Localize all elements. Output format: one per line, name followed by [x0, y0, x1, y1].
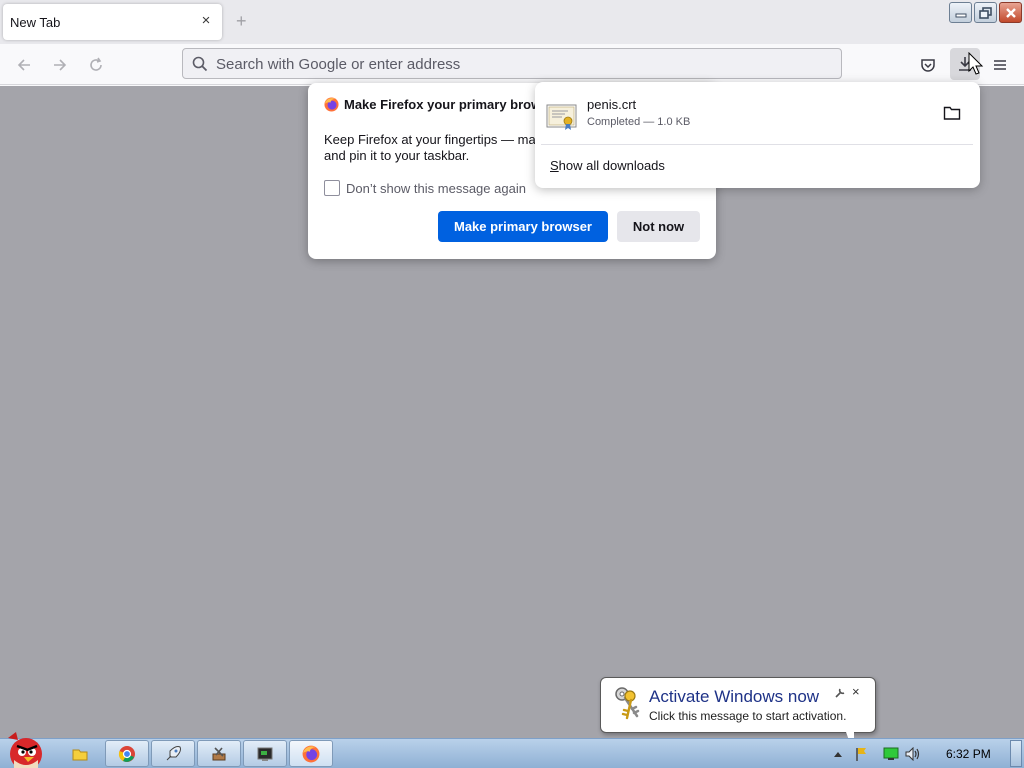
dialog-title: Make Firefox your primary brow [344, 97, 542, 112]
taskbar-firefox[interactable] [289, 740, 333, 767]
show-desktop-button[interactable] [1010, 740, 1022, 767]
forward-button[interactable] [49, 54, 71, 76]
restore-icon [978, 6, 992, 19]
downloads-panel: penis.crt Completed — 1.0 KB Show all do… [535, 82, 980, 188]
dialog-body-line-2: and pin it to your taskbar. [324, 148, 470, 163]
tab-title: New Tab [10, 15, 61, 30]
dont-show-again-checkbox[interactable]: Don’t show this message again [324, 180, 526, 196]
navigation-toolbar: Search with Google or enter address [0, 44, 1024, 85]
address-bar-placeholder: Search with Google or enter address [216, 56, 461, 73]
chrome-icon [118, 745, 135, 762]
tab-close-icon[interactable]: × [198, 13, 214, 29]
show-all-downloads-link[interactable]: Show all downloads [550, 158, 665, 173]
minimize-icon [955, 13, 966, 17]
pocket-icon [921, 59, 935, 72]
open-folder-icon[interactable] [943, 104, 961, 122]
not-now-button[interactable]: Not now [617, 211, 700, 242]
balloon-close-icon[interactable]: × [852, 684, 860, 699]
pocket-button[interactable] [917, 54, 939, 76]
minimize-button[interactable] [949, 2, 972, 23]
make-primary-browser-button[interactable]: Make primary browser [438, 211, 608, 242]
taskbar-app-terminal[interactable] [243, 740, 287, 767]
new-tab-button[interactable]: + [236, 12, 247, 30]
certificate-file-icon [546, 104, 577, 130]
menu-button[interactable] [989, 54, 1011, 76]
window-controls [949, 2, 1022, 23]
tray-action-center[interactable] [853, 746, 869, 762]
taskbar-app-tools[interactable] [197, 740, 241, 767]
action-center-flag-icon [856, 748, 866, 761]
taskbar: 6:32 PM [0, 732, 1024, 768]
tray-volume[interactable] [905, 746, 921, 762]
checkbox-box[interactable] [324, 180, 340, 196]
activation-subtitle: Click this message to start activation. [649, 709, 847, 723]
activate-windows-balloon[interactable]: Activate Windows now Click this message … [600, 677, 876, 733]
tray-network[interactable] [883, 746, 899, 762]
start-button-angry-bird-icon[interactable] [2, 730, 50, 768]
download-file-name: penis.crt [587, 97, 637, 112]
downloads-separator [541, 144, 973, 145]
network-icon [883, 747, 899, 760]
close-window-button[interactable] [999, 2, 1022, 23]
keys-icon [615, 687, 640, 720]
firefox-logo-icon [324, 97, 339, 112]
terminal-icon [257, 747, 273, 761]
checkbox-label: Don’t show this message again [346, 180, 526, 196]
restore-button[interactable] [974, 2, 997, 23]
tab-strip: New Tab × + [0, 0, 1024, 44]
search-icon [192, 56, 208, 72]
rocket-icon [166, 745, 181, 760]
taskbar-app-rocket[interactable] [151, 740, 195, 767]
chevron-up-icon [834, 752, 842, 757]
reload-icon [90, 57, 102, 71]
mouse-cursor-icon [968, 52, 984, 75]
show-hidden-icons-button[interactable] [830, 746, 846, 762]
forward-arrow-icon [54, 59, 67, 71]
show-all-downloads-label: how all downloads [558, 158, 665, 173]
dialog-body-line-1: Keep Firefox at your fingertips — ma [324, 132, 536, 147]
tools-icon [212, 746, 226, 760]
back-button[interactable] [13, 54, 35, 76]
firefox-icon [302, 745, 320, 762]
volume-icon [905, 747, 920, 761]
address-bar[interactable]: Search with Google or enter address [182, 48, 842, 79]
hamburger-menu-icon [994, 60, 1006, 70]
download-status: Completed — 1.0 KB [587, 116, 691, 128]
close-icon [1005, 7, 1016, 18]
reload-button[interactable] [85, 54, 107, 76]
folder-icon [72, 749, 88, 761]
activation-title: Activate Windows now [649, 687, 820, 706]
taskbar-clock[interactable]: 6:32 PM [946, 747, 991, 761]
tab-new-tab[interactable]: New Tab × [3, 4, 222, 40]
dialog-body: Keep Firefox at your fingertips — ma and… [324, 132, 536, 164]
access-key: S [550, 158, 559, 173]
wrench-icon[interactable] [834, 687, 846, 699]
taskbar-chrome[interactable] [105, 740, 149, 767]
back-arrow-icon [17, 59, 30, 71]
taskbar-explorer[interactable] [60, 742, 100, 766]
